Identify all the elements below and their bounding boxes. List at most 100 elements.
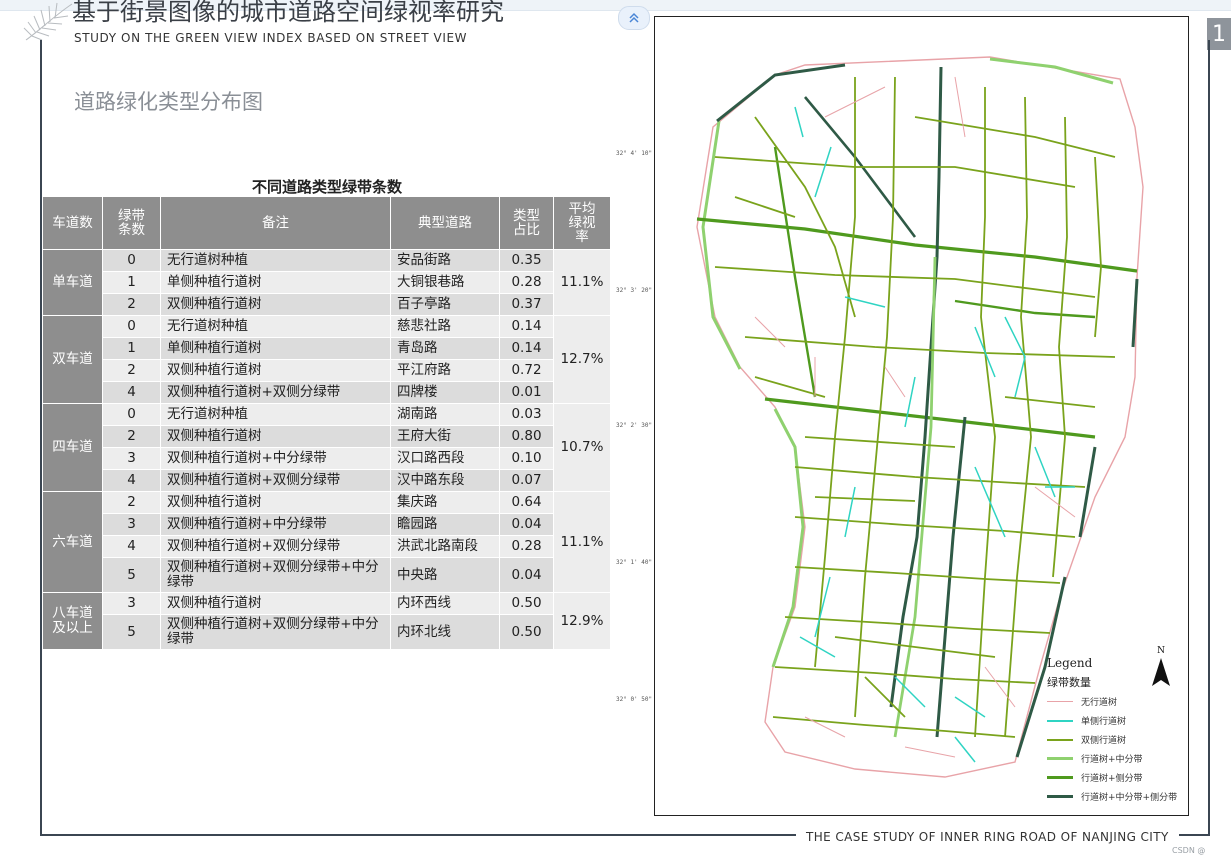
ratio-cell: 0.10 <box>499 447 554 470</box>
belts-cell: 4 <box>102 469 161 492</box>
belts-cell: 2 <box>102 491 161 514</box>
belts-cell: 1 <box>102 337 161 360</box>
legend-item: 行道树+中分带 <box>1047 749 1187 768</box>
road-cell: 王府大街 <box>390 425 500 448</box>
ring-northwest <box>716 63 846 123</box>
road-cell: 集庆路 <box>390 491 500 514</box>
table-row: 2 双侧种植行道树 百子亭路 0.37 <box>43 293 611 316</box>
legend-title: Legend <box>1047 656 1093 670</box>
belts-cell: 3 <box>102 592 161 615</box>
belts-cell: 2 <box>102 425 161 448</box>
legend-swatch <box>1047 776 1073 779</box>
lane-cell: 六车道 <box>42 491 103 593</box>
road-cell: 瞻园路 <box>390 513 500 536</box>
table-row: 四车道 0 无行道树种植 湖南路 0.03 10.7% <box>42 403 611 492</box>
legend-label: 行道树+中分带 <box>1081 755 1143 765</box>
belts-cell: 1 <box>102 271 161 294</box>
road-cell: 内环北线 <box>390 614 500 650</box>
table-row: 4 双侧种植行道树+双侧分绿带 洪武北路南段 0.28 <box>43 535 611 558</box>
table-row: 3 双侧种植行道树+中分绿带 瞻园路 0.04 <box>43 513 611 536</box>
table-row: 4 双侧种植行道树+双侧分绿带 四牌楼 0.01 <box>43 381 611 404</box>
legend-swatch <box>1047 719 1073 722</box>
note-cell: 双侧种植行道树+中分绿带 <box>160 447 391 470</box>
green-belt-table: 车道数 绿带条数 备注 典型道路 类型占比 平均绿视率 单车道 0 无行道树种植… <box>42 196 611 650</box>
header-note: 备注 <box>160 196 391 250</box>
table-row: 1 单侧种植行道树 大铜银巷路 0.28 <box>43 271 611 294</box>
ring-east-lower <box>1078 446 1097 538</box>
note-cell: 无行道树种植 <box>160 315 391 338</box>
ratio-cell: 0.37 <box>499 293 554 316</box>
ratio-cell: 0.80 <box>499 425 554 448</box>
double-chevron-up-icon <box>629 12 639 23</box>
road-cell: 四牌楼 <box>390 381 500 404</box>
ratio-cell: 0.50 <box>499 592 554 615</box>
road-cell: 青岛路 <box>390 337 500 360</box>
ratio-cell: 0.14 <box>499 315 554 338</box>
lat-label: 32° 1' 40" N <box>616 559 660 566</box>
page-title: 基于街景图像的城市道路空间绿视率研究 <box>72 0 504 26</box>
lane-cell: 八车道及以上 <box>42 592 103 650</box>
ratio-cell: 0.35 <box>499 249 554 272</box>
avg-gvi-cell: 10.7% <box>553 403 611 492</box>
avg-gvi-cell: 12.7% <box>553 315 611 404</box>
legend-label: 单侧行道树 <box>1081 717 1127 727</box>
note-cell: 双侧种植行道树+双侧分绿带+中分绿带 <box>160 557 391 593</box>
lane-cell: 四车道 <box>42 403 103 492</box>
note-cell: 单侧种植行道树 <box>160 337 391 360</box>
page-number-badge[interactable]: 1 <box>1207 18 1231 50</box>
note-cell: 双侧种植行道树 <box>160 293 391 316</box>
belts-cell: 0 <box>102 403 161 426</box>
road-cell: 中央路 <box>390 557 500 593</box>
table-title: 不同道路类型绿带条数 <box>251 178 402 196</box>
lat-label: 32° 0' 50" N <box>616 696 660 703</box>
belts-cell: 3 <box>102 447 161 470</box>
legend-item: 无行道树 <box>1047 692 1187 711</box>
header-ratio: 类型占比 <box>499 196 554 250</box>
road-cell: 汉口路西段 <box>390 447 500 470</box>
ratio-cell: 0.50 <box>499 614 554 650</box>
legend-item: 单侧行道树 <box>1047 711 1187 730</box>
note-cell: 双侧种植行道树+双侧分绿带 <box>160 535 391 558</box>
collapse-button[interactable] <box>618 6 650 30</box>
ratio-cell: 0.14 <box>499 337 554 360</box>
avg-gvi-cell: 12.9% <box>553 592 611 650</box>
footer-caption: THE CASE STUDY OF INNER RING ROAD OF NAN… <box>796 828 1179 846</box>
road-cell: 洪武北路南段 <box>390 535 500 558</box>
note-cell: 双侧种植行道树+中分绿带 <box>160 513 391 536</box>
ratio-cell: 0.72 <box>499 359 554 382</box>
ratio-cell: 0.64 <box>499 491 554 514</box>
belts-cell: 0 <box>102 315 161 338</box>
note-cell: 双侧种植行道树 <box>160 359 391 382</box>
table-row: 5 双侧种植行道树+双侧分绿带+中分绿带 中央路 0.04 <box>43 557 611 593</box>
road-cell: 汉中路东段 <box>390 469 500 492</box>
note-cell: 单侧种植行道树 <box>160 271 391 294</box>
page-subtitle: STUDY ON THE GREEN VIEW INDEX BASED ON S… <box>74 31 468 45</box>
note-cell: 无行道树种植 <box>160 403 391 426</box>
belts-cell: 3 <box>102 513 161 536</box>
ratio-cell: 0.07 <box>499 469 554 492</box>
note-cell: 双侧种植行道树+双侧分绿带+中分绿带 <box>160 614 391 650</box>
table-row: 八车道及以上 3 双侧种植行道树 内环西线 0.50 12.9% <box>42 592 611 650</box>
table-row: 双车道 0 无行道树种植 慈悲社路 0.14 12.7% <box>42 315 611 404</box>
legend-swatch <box>1047 701 1073 702</box>
table-row: 六车道 2 双侧种植行道树 集庆路 0.64 11.1% <box>42 491 611 593</box>
belts-cell: 0 <box>102 249 161 272</box>
legend-label: 无行道树 <box>1081 698 1118 708</box>
note-cell: 双侧种植行道树 <box>160 592 391 615</box>
belts-cell: 4 <box>102 535 161 558</box>
belts-cell: 2 <box>102 293 161 316</box>
note-cell: 双侧种植行道树+双侧分绿带 <box>160 469 391 492</box>
section-title: 道路绿化类型分布图 <box>74 90 263 114</box>
leaf-logo-icon <box>23 2 73 41</box>
table-row: 2 双侧种植行道树 平江府路 0.72 <box>43 359 611 382</box>
table-row: 5 双侧种植行道树+双侧分绿带+中分绿带 内环北线 0.50 <box>43 614 611 650</box>
table-row: 单车道 0 无行道树种植 安品街路 0.35 11.1% <box>42 249 611 316</box>
note-cell: 无行道树种植 <box>160 249 391 272</box>
belts-cell: 4 <box>102 381 161 404</box>
ring-north <box>989 57 1114 85</box>
legend-swatch <box>1047 738 1073 741</box>
belts-cell: 2 <box>102 359 161 382</box>
header-avg-gvi: 平均绿视率 <box>553 196 611 250</box>
map-legend: Legend 绿带数量 无行道树 单侧行道树 双侧行道树 行道树+中分带 行道树… <box>1047 656 1187 806</box>
note-cell: 双侧种植行道树 <box>160 425 391 448</box>
